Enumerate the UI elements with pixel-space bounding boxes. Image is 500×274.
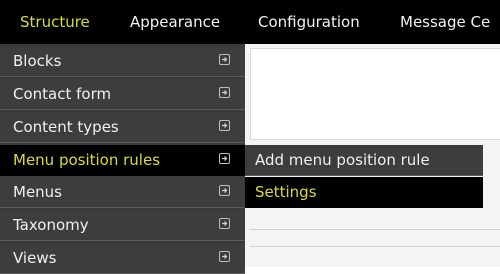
expand-arrow-icon[interactable]	[219, 87, 230, 98]
submenu-item-settings[interactable]: Settings	[245, 177, 483, 208]
toolbar-item-appearance[interactable]: Appearance	[130, 0, 220, 44]
expand-arrow-icon[interactable]	[219, 153, 230, 164]
menu-item-label: Taxonomy	[13, 216, 89, 234]
content-divider	[250, 246, 500, 247]
toolbar-item-structure[interactable]: Structure	[20, 0, 90, 44]
submenu-item-add-menu-position-rule[interactable]: Add menu position rule	[245, 145, 483, 176]
admin-toolbar: Structure Appearance Configuration Messa…	[0, 0, 500, 44]
menu-item-views[interactable]: Views	[0, 243, 245, 274]
expand-arrow-icon[interactable]	[219, 54, 230, 65]
expand-arrow-icon[interactable]	[219, 251, 230, 262]
structure-dropdown-menu: Blocks Contact form Content types Menu p…	[0, 44, 245, 274]
toolbar-item-configuration[interactable]: Configuration	[258, 0, 360, 44]
submenu-item-label: Settings	[255, 183, 317, 201]
toolbar-item-message-center[interactable]: Message Ce	[400, 0, 490, 44]
menu-item-label: Contact form	[13, 85, 112, 103]
menu-item-label: Content types	[13, 118, 119, 136]
menu-position-rules-submenu: Add menu position rule Settings	[245, 145, 483, 208]
menu-item-label: Views	[13, 249, 57, 267]
menu-item-label: Blocks	[13, 52, 62, 70]
expand-arrow-icon[interactable]	[219, 218, 230, 229]
expand-arrow-icon[interactable]	[219, 120, 230, 131]
content-divider	[250, 229, 500, 230]
menu-item-label: Menus	[13, 183, 62, 201]
menu-item-blocks[interactable]: Blocks	[0, 46, 245, 77]
content-panel	[250, 48, 500, 140]
menu-item-taxonomy[interactable]: Taxonomy	[0, 210, 245, 241]
expand-arrow-icon[interactable]	[219, 185, 230, 196]
menu-item-label: Menu position rules	[13, 151, 161, 169]
menu-item-menu-position-rules[interactable]: Menu position rules	[0, 145, 245, 176]
menu-item-content-types[interactable]: Content types	[0, 112, 245, 143]
menu-item-menus[interactable]: Menus	[0, 177, 245, 208]
menu-item-contact-form[interactable]: Contact form	[0, 79, 245, 110]
submenu-item-label: Add menu position rule	[255, 151, 430, 169]
